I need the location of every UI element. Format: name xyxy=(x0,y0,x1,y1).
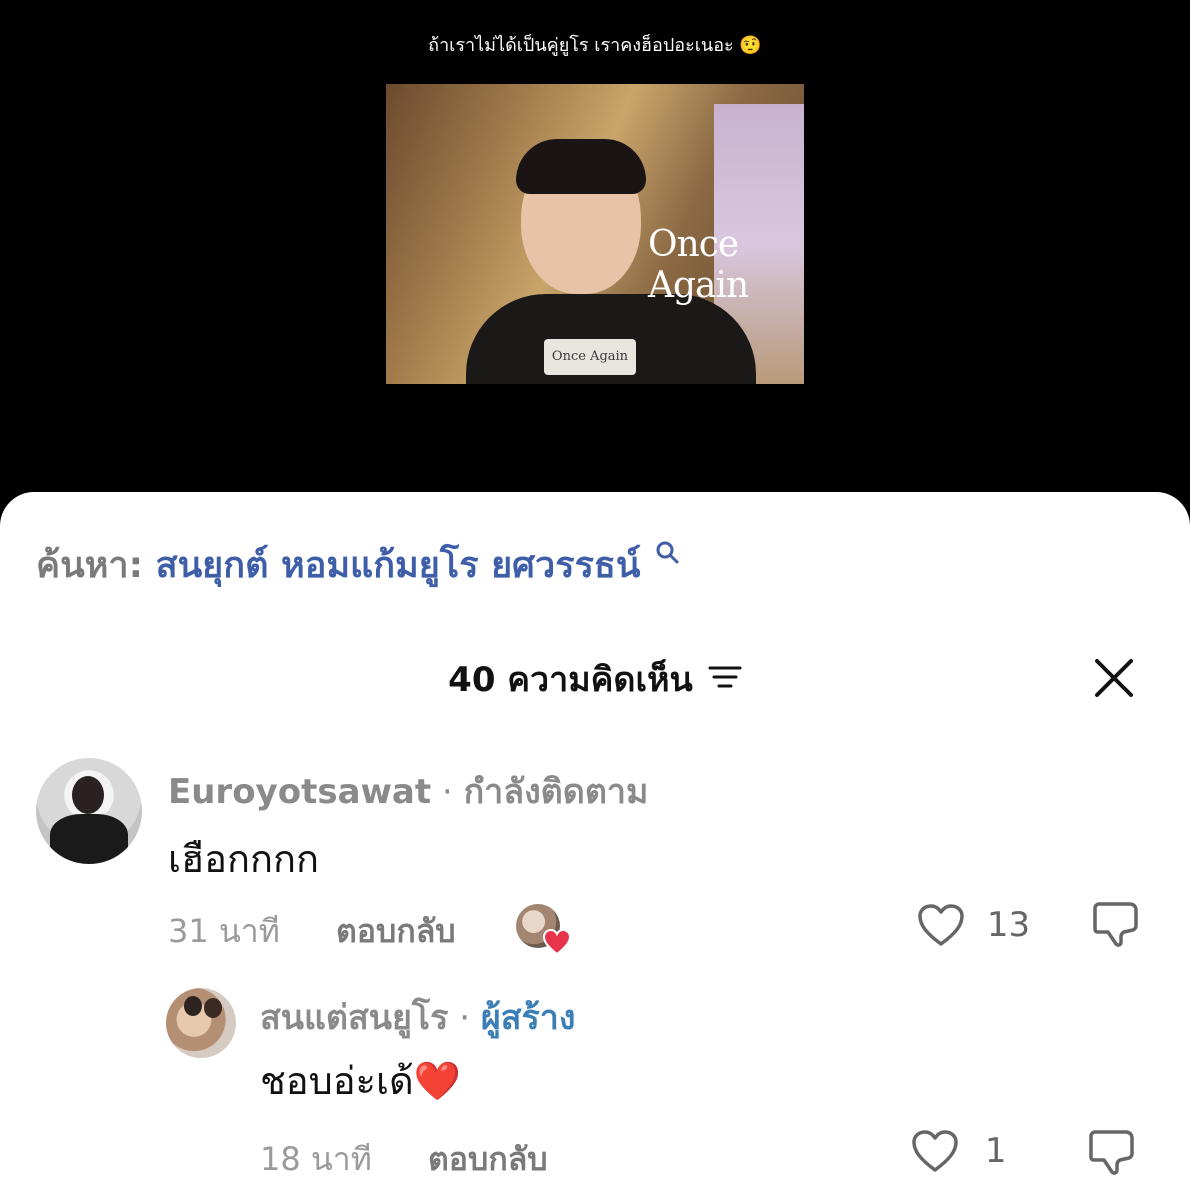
avatar-head xyxy=(184,996,202,1016)
creator-badge: ผู้สร้าง xyxy=(480,998,576,1038)
comment-username[interactable]: Euroyotsawat xyxy=(168,772,431,812)
heart-outline-icon[interactable] xyxy=(916,904,977,946)
search-query[interactable]: สนยุกต์ หอมแก้มยูโร ยศวรรธน์ xyxy=(156,545,641,586)
meta-separator: · xyxy=(448,998,481,1038)
comment-footer: 31 นาที ตอบกลับ xyxy=(168,906,456,957)
avatar-head xyxy=(204,998,222,1018)
avatar[interactable] xyxy=(166,988,236,1058)
comment-text: ชอบอ่ะเด้❤️ xyxy=(260,1050,461,1111)
reply-button[interactable]: ตอบกลับ xyxy=(336,912,456,950)
following-status: กำลังติดตาม xyxy=(463,772,649,812)
person-hair xyxy=(516,139,646,194)
comment-text-body: ชอบอ่ะเด้ xyxy=(260,1059,414,1103)
comments-sheet: ค้นหา: สนยุกต์ หอมแก้มยูโร ยศวรรธน์ 40 ค… xyxy=(0,492,1190,1200)
comment-time: 18 นาที xyxy=(260,1140,372,1178)
sort-icon[interactable] xyxy=(708,663,742,695)
comment-footer: 18 นาที ตอบกลับ xyxy=(260,1134,548,1185)
heart-icon xyxy=(542,928,572,960)
comment-meta: สนแต่สนยูโร · ผู้สร้าง xyxy=(260,990,576,1044)
close-icon[interactable] xyxy=(1094,658,1134,702)
video-area: ถ้าเราไม่ได้เป็นคู่ยูโร เราคงฮ็อปอะเนอะ … xyxy=(0,0,1190,500)
comment-username[interactable]: สนแต่สนยูโร xyxy=(260,998,448,1038)
search-suggestion[interactable]: ค้นหา: สนยุกต์ หอมแก้มยูโร ยศวรรธน์ xyxy=(36,536,681,593)
dislike-icon[interactable] xyxy=(1086,1126,1140,1180)
like-button[interactable]: 1 xyxy=(910,1128,1006,1174)
comments-header: 40 ความคิดเห็น xyxy=(0,652,1190,702)
avatar-head xyxy=(72,776,104,814)
video-caption: ถ้าเราไม่ได้เป็นคู่ยูโร เราคงฮ็อปอะเนอะ … xyxy=(428,35,762,56)
avatar[interactable] xyxy=(36,758,142,864)
comment-item: Euroyotsawat · กำลังติดตาม เฮือกกกก 31 น… xyxy=(0,758,1190,958)
reply-comment-item: สนแต่สนยูโร · ผู้สร้าง ชอบอ่ะเด้❤️ 18 นา… xyxy=(0,988,1190,1200)
avatar-torso xyxy=(50,814,128,864)
comment-meta: Euroyotsawat · กำลังติดตาม xyxy=(168,764,648,818)
search-prefix: ค้นหา: xyxy=(36,545,144,586)
like-count: 13 xyxy=(986,905,1031,945)
like-count: 1 xyxy=(984,1131,1007,1171)
red-heart-emoji: ❤️ xyxy=(413,1059,461,1103)
like-button[interactable]: 13 xyxy=(916,902,1030,948)
video-thumbnail[interactable]: Once Again Once Again xyxy=(386,84,804,384)
microphone-flag: Once Again xyxy=(544,339,636,375)
meta-separator: · xyxy=(431,772,464,812)
comments-count-title: 40 ความคิดเห็น xyxy=(448,660,693,700)
dislike-icon[interactable] xyxy=(1090,898,1144,952)
comment-time: 31 นาที xyxy=(168,912,280,950)
search-icon[interactable] xyxy=(655,534,681,575)
comment-text: เฮือกกกก xyxy=(168,837,320,881)
poster-title: Once Again xyxy=(648,224,749,306)
heart-outline-icon[interactable] xyxy=(910,1130,971,1172)
reply-button[interactable]: ตอบกลับ xyxy=(428,1140,548,1178)
